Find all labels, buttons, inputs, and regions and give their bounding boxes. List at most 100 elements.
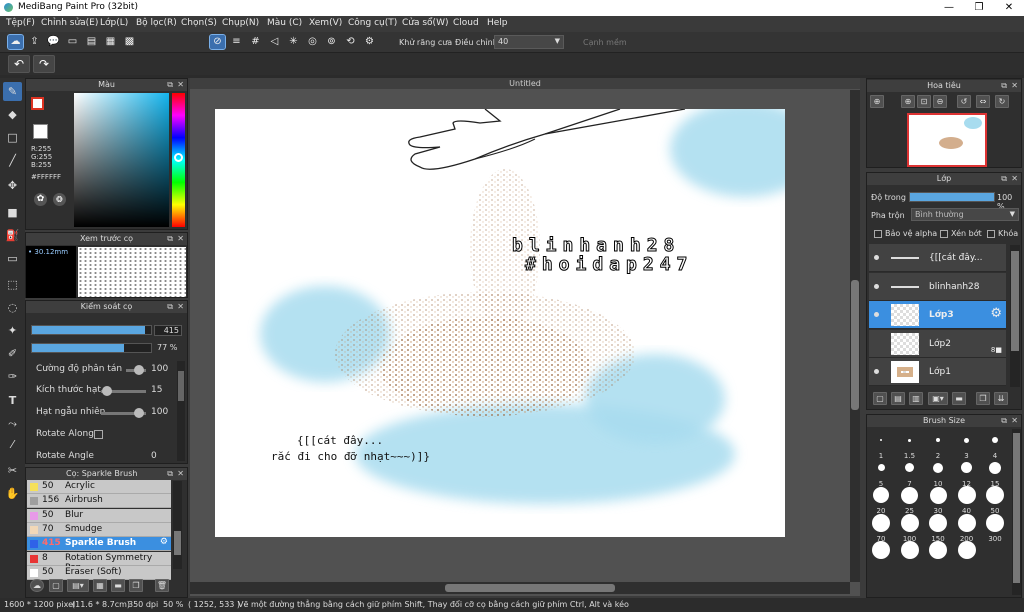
add-brush-menu-icon[interactable]: ▤▾ <box>67 579 89 592</box>
hue-handle[interactable] <box>174 153 183 162</box>
hue-slider[interactable] <box>172 93 185 227</box>
scrollbar-thumb[interactable] <box>1011 251 1019 351</box>
visibility-eye-icon[interactable] <box>874 255 879 260</box>
gear-icon[interactable]: ⚙ <box>362 35 377 49</box>
popout-icon[interactable]: ⧉ <box>167 233 173 245</box>
popout-icon[interactable]: ⧉ <box>1001 415 1007 427</box>
grid-snap-icon[interactable]: # <box>248 35 263 49</box>
random-particle-knob[interactable] <box>134 408 144 418</box>
rotate-right-icon[interactable]: ↻ <box>995 95 1009 108</box>
saturation-value-picker[interactable] <box>74 93 169 227</box>
document-tab[interactable]: Untitled <box>190 78 860 89</box>
divide-tool-icon[interactable]: ✂ <box>3 461 22 480</box>
brush-size-option[interactable] <box>929 513 947 532</box>
color-wheel-icon[interactable]: ❂ <box>53 193 66 206</box>
close-icon[interactable]: ✕ <box>177 301 184 313</box>
layer-opacity-bar[interactable] <box>909 192 995 202</box>
rotate-along-checkbox[interactable] <box>94 430 103 439</box>
dot-tool-icon[interactable]: □ <box>3 128 22 147</box>
brush-size-option[interactable] <box>872 541 890 559</box>
close-icon[interactable]: ✕ <box>177 79 184 91</box>
menu-edit[interactable]: Chỉnh sửa(E) <box>41 18 98 28</box>
brush-size-option[interactable] <box>964 437 969 443</box>
flip-icon[interactable]: ⇔ <box>976 95 990 108</box>
brush-size-option[interactable] <box>986 486 1004 504</box>
brush-size-option[interactable] <box>901 486 918 504</box>
scrollbar-thumb[interactable] <box>178 371 184 401</box>
brush-size-option[interactable] <box>957 486 976 504</box>
protect-alpha-checkbox[interactable] <box>874 230 882 238</box>
bucket-tool-icon[interactable]: ⛽ <box>3 226 22 245</box>
palette-icon[interactable]: ✿ <box>34 193 47 206</box>
popout-icon[interactable]: ⧉ <box>167 79 173 91</box>
chat-icon[interactable]: ▭ <box>65 35 80 49</box>
brush-folder-icon[interactable]: ▬ <box>111 579 125 592</box>
fill-rect-tool-icon[interactable]: ■ <box>3 203 22 222</box>
brush-size-option[interactable] <box>957 513 976 532</box>
magic-wand-icon[interactable]: ✦ <box>3 321 22 340</box>
brush-size-option[interactable] <box>877 464 885 471</box>
clipping-checkbox[interactable] <box>940 230 948 238</box>
brush-size-value[interactable]: 415 <box>154 325 182 336</box>
menu-cloud[interactable]: Cloud <box>453 18 479 28</box>
brush-size-scrollbar[interactable] <box>1012 429 1021 595</box>
vertical-scrollbar[interactable] <box>850 90 860 582</box>
zoom-out-icon[interactable]: ⊖ <box>933 95 947 108</box>
brush-size-option[interactable] <box>872 513 890 532</box>
curve-snap-icon[interactable]: ⟲ <box>343 35 358 49</box>
gear-icon[interactable]: ⚙ <box>990 306 1002 321</box>
brush-settings-icon[interactable]: ▦ <box>93 579 107 592</box>
menu-select[interactable]: Chọn(S) <box>181 18 217 28</box>
popout-icon[interactable]: ⧉ <box>167 301 173 313</box>
close-icon[interactable]: ✕ <box>1011 415 1018 427</box>
horizontal-scrollbar[interactable] <box>190 582 850 594</box>
comment-icon[interactable]: 💬 <box>46 35 61 49</box>
select-tool-icon[interactable]: ⬚ <box>3 275 22 294</box>
brush-list-item[interactable]: 415 Sparkle Brush ⚙ <box>27 537 171 552</box>
concentric-snap-icon[interactable]: ◎ <box>305 35 320 49</box>
new-brush-icon[interactable]: ▢ <box>49 579 63 592</box>
radial-snap-icon[interactable]: ✳ <box>286 35 301 49</box>
close-icon[interactable]: ✕ <box>1011 173 1018 185</box>
popout-icon[interactable]: ⧉ <box>1001 80 1007 92</box>
menu-layer[interactable]: Lớp(L) <box>100 18 128 28</box>
adjust-select[interactable]: 40 ▼ <box>494 35 564 49</box>
add-layer-menu-icon[interactable]: ▣▾ <box>928 392 948 405</box>
visibility-eye-icon[interactable] <box>874 369 879 375</box>
menu-window[interactable]: Cửa sổ(W) <box>402 18 448 28</box>
rotate-left-icon[interactable]: ↺ <box>957 95 971 108</box>
brush-size-option[interactable] <box>873 487 889 503</box>
eraser-tool-icon[interactable]: ◆ <box>3 105 22 124</box>
close-icon[interactable]: ✕ <box>1011 80 1018 92</box>
menu-view[interactable]: Xem(V) <box>309 18 342 28</box>
new-8bit-layer-icon[interactable]: ▥ <box>909 392 923 405</box>
blur-tool-icon[interactable]: ╱ <box>3 151 22 170</box>
layer-row[interactable]: Lớp3 ⚙ <box>869 301 1006 330</box>
minimize-button[interactable]: — <box>934 0 964 16</box>
brush-size-option[interactable] <box>908 438 911 442</box>
parallel-snap-icon[interactable]: ≡ <box>229 35 244 49</box>
select-eraser-icon[interactable]: ✑ <box>3 367 22 386</box>
brush-size-bar[interactable] <box>31 325 152 335</box>
close-window-button[interactable]: ✕ <box>994 0 1024 16</box>
gear-icon[interactable]: ⚙ <box>160 537 168 547</box>
brush-size-option[interactable] <box>880 439 882 441</box>
brush-size-option[interactable] <box>986 513 1004 532</box>
layer-scrollbar[interactable] <box>1010 245 1020 387</box>
horizontal-scrollbar-thumb[interactable] <box>445 584 615 592</box>
menu-file[interactable]: Tệp(F) <box>6 18 35 28</box>
scrollbar-thumb[interactable] <box>174 531 181 555</box>
layer-row[interactable]: Lớp1 <box>869 358 1006 387</box>
ellipse-snap-icon[interactable]: ⊚ <box>324 35 339 49</box>
brush-list-item[interactable]: 50 Acrylic <box>27 480 171 494</box>
brush-size-option[interactable] <box>900 513 919 532</box>
scrollbar-thumb[interactable] <box>1013 433 1020 583</box>
layer-row[interactable]: {[[cát đây... <box>869 244 1006 272</box>
new-halftone-layer-icon[interactable]: ▤ <box>891 392 905 405</box>
blend-mode-select[interactable]: Bình thường ▼ <box>911 208 1019 221</box>
grid-page-icon[interactable]: ▦ <box>103 35 118 49</box>
menu-filter[interactable]: Bộ lọc(R) <box>136 18 177 28</box>
menu-snap[interactable]: Chụp(N) <box>222 18 259 28</box>
brush-list-item[interactable]: 50 Eraser (Soft) <box>27 565 171 580</box>
close-icon[interactable]: ✕ <box>177 233 184 245</box>
